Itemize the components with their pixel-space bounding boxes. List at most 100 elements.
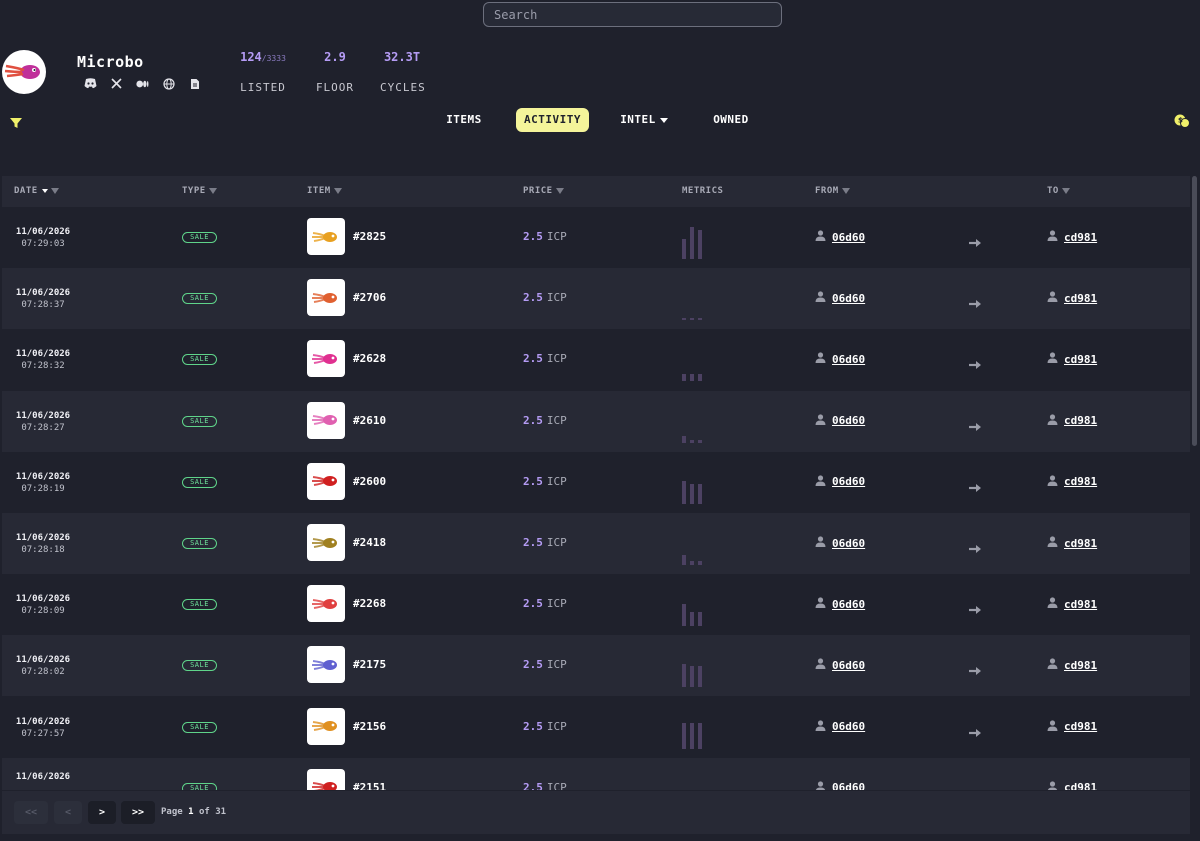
table-row[interactable]: 11/06/2026 07:28:19 SALE #2600 2.5 ICP 06d60 cd… [2, 452, 1190, 513]
from-address-text: 06d60 [832, 352, 866, 366]
metric-bar [690, 722, 694, 749]
header-date-label: DATE [14, 186, 38, 196]
item-id[interactable]: #2628 [353, 352, 386, 365]
from-address[interactable]: 06d60 [815, 413, 865, 428]
from-address[interactable]: 06d60 [815, 352, 865, 366]
from-address[interactable]: 06d60 [815, 719, 865, 734]
to-address[interactable]: cd981 [1047, 413, 1097, 428]
tab-items[interactable]: ITEMS [440, 108, 488, 132]
item-id[interactable]: #2268 [353, 597, 386, 610]
item-id[interactable]: #2825 [353, 230, 386, 243]
metric-bar [682, 374, 686, 382]
from-address[interactable]: 06d60 [815, 291, 865, 305]
from-address[interactable]: 06d60 [815, 230, 865, 244]
next-page-button[interactable]: > [88, 801, 116, 824]
column-filter-icon[interactable] [841, 187, 850, 194]
type-badge: SALE [182, 660, 217, 672]
from-address[interactable]: 06d60 [815, 781, 865, 790]
item-thumbnail[interactable] [307, 768, 345, 790]
row-date: 11/06/2026 07:28:19 [14, 471, 72, 495]
header-type[interactable]: TYPE [182, 176, 217, 207]
item-thumbnail[interactable] [307, 462, 345, 500]
user-icon [1047, 597, 1058, 611]
x-twitter-icon[interactable] [110, 77, 123, 90]
item-id[interactable]: #2706 [353, 291, 386, 304]
header-price[interactable]: PRICE [523, 176, 564, 207]
column-filter-icon[interactable] [50, 187, 59, 194]
to-address[interactable]: cd981 [1047, 352, 1097, 366]
table-row[interactable]: 11/06/2026 07:28:37 SALE #2706 2.5 ICP 06d60 cd… [2, 268, 1190, 330]
item-thumbnail[interactable] [307, 279, 345, 317]
tab-owned[interactable]: OWNED [705, 108, 757, 132]
first-page-button[interactable]: << [14, 801, 48, 824]
item-id[interactable]: #2151 [353, 781, 386, 790]
to-address[interactable]: cd981 [1047, 658, 1097, 672]
globe-icon[interactable] [162, 77, 175, 90]
table-row[interactable]: 11/06/2026 07:27:57 SALE #2156 2.5 ICP 06d60 cd… [2, 697, 1190, 758]
item-thumbnail[interactable] [307, 218, 345, 255]
from-address[interactable]: 06d60 [815, 475, 865, 489]
table-row[interactable]: 11/06/2026 07:28:27 SALE #2610 2.5 ICP 06d60 cd… [2, 390, 1190, 452]
collection-avatar [2, 50, 46, 94]
tab-intel[interactable]: INTEL [614, 108, 674, 132]
item-thumbnail[interactable] [307, 340, 345, 378]
to-address-text: cd981 [1064, 597, 1098, 611]
table-row[interactable]: 11/06/2026 07:28:18 SALE #2418 2.5 ICP 06d60 cd… [2, 513, 1190, 574]
row-price: 2.5 ICP [523, 658, 567, 671]
medium-icon[interactable] [136, 77, 149, 90]
tab-activity[interactable]: ACTIVITY [516, 108, 589, 132]
item-thumbnail[interactable] [307, 585, 345, 623]
metric-bar [690, 227, 694, 259]
document-icon[interactable] [188, 77, 201, 90]
to-address[interactable]: cd981 [1047, 291, 1097, 305]
price-amount: 2.5 [523, 230, 543, 243]
microbo-image [311, 292, 337, 303]
row-date-time: 07:28:18 [21, 545, 65, 555]
search-input[interactable] [483, 2, 782, 27]
to-address-text: cd981 [1064, 658, 1098, 672]
header-from[interactable]: FROM [815, 176, 850, 207]
item-id[interactable]: #2600 [353, 475, 386, 488]
to-address[interactable]: cd981 [1047, 719, 1097, 734]
table-row[interactable]: 11/06/2026 07:28:32 SALE #2628 2.5 ICP 06d60 cd… [2, 329, 1190, 390]
table-row[interactable]: 11/06/2026 07:28:02 SALE #2175 2.5 ICP 06d60 cd… [2, 635, 1190, 697]
table-scrollbar[interactable] [1192, 176, 1197, 446]
item-id[interactable]: #2610 [353, 414, 386, 427]
header-date[interactable]: DATE [14, 176, 59, 207]
item-thumbnail[interactable] [307, 707, 345, 745]
item-thumbnail[interactable] [307, 401, 345, 439]
row-date-time: 07:28:02 [21, 667, 65, 678]
table-row[interactable]: 11/06/2026 07:28:09 SALE #2268 2.5 ICP 06d60 cd… [2, 574, 1190, 635]
from-address[interactable]: 06d60 [815, 536, 865, 550]
type-badge: SALE [182, 354, 217, 366]
item-id[interactable]: #2418 [353, 536, 386, 549]
to-address[interactable]: cd981 [1047, 597, 1097, 611]
to-address[interactable]: cd981 [1047, 475, 1097, 489]
from-address[interactable]: 06d60 [815, 597, 865, 611]
table-row[interactable]: 11/06/2026 SALE #2151 2.5 ICP 06d60 cd981 [2, 757, 1190, 790]
header-to[interactable]: TO [1047, 176, 1070, 207]
last-page-button[interactable]: >> [121, 801, 155, 824]
stat-cycles: 32.3T CYCLES [380, 50, 425, 94]
to-address[interactable]: cd981 [1047, 536, 1097, 550]
to-address[interactable]: cd981 [1047, 230, 1097, 244]
header-item[interactable]: ITEM [307, 176, 342, 207]
column-filter-icon[interactable] [208, 187, 217, 194]
from-address-text: 06d60 [832, 781, 866, 790]
user-icon [815, 597, 826, 611]
header-item-label: ITEM [307, 186, 331, 196]
row-date: 11/06/2026 07:28:02 [14, 654, 72, 678]
item-id[interactable]: #2156 [353, 720, 386, 733]
column-filter-icon[interactable] [1061, 187, 1070, 194]
column-filter-icon[interactable] [333, 187, 342, 194]
table-row[interactable]: 11/06/2026 07:29:03 SALE #2825 2.5 ICP 06d60 cd… [2, 207, 1190, 268]
item-thumbnail[interactable] [307, 646, 345, 684]
item-thumbnail[interactable] [307, 524, 345, 561]
prev-page-button[interactable]: < [54, 801, 82, 824]
column-filter-icon[interactable] [555, 187, 564, 194]
discord-icon[interactable] [84, 77, 97, 90]
to-address[interactable]: cd981 [1047, 781, 1097, 790]
from-address[interactable]: 06d60 [815, 658, 865, 672]
metric-bar [690, 374, 694, 382]
item-id[interactable]: #2175 [353, 658, 386, 671]
